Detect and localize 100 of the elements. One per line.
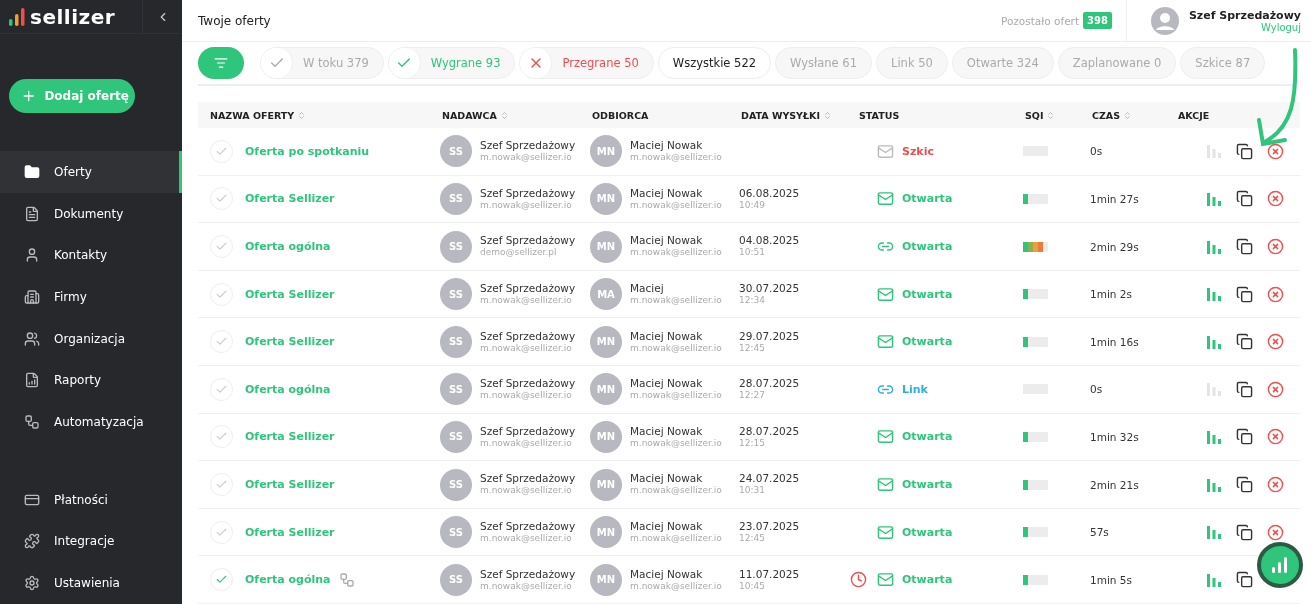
stats-icon[interactable] [1206,143,1222,160]
avatar-icon[interactable] [1150,6,1179,35]
filter-chip[interactable]: Wysłane 61 [775,47,872,79]
offer-name[interactable]: Oferta ogólna [245,573,331,587]
filter-chip[interactable]: Zaplanowane 0 [1057,47,1177,79]
column-header[interactable]: CZAS [1080,109,1166,121]
mail-icon [877,428,894,446]
copy-icon[interactable] [1236,238,1253,256]
offer-name[interactable]: Oferta Sellizer [245,335,335,349]
offer-name[interactable]: Oferta Sellizer [245,525,335,539]
chat-button[interactable] [1257,542,1303,588]
send-date: 30.07.2025 [739,281,800,296]
copy-icon[interactable] [1236,571,1253,589]
copy-icon[interactable] [1236,333,1253,351]
copy-icon[interactable] [1236,523,1253,541]
stats-icon[interactable] [1206,286,1222,303]
filter-chip[interactable]: Link 50 [876,47,948,79]
folder-icon [24,163,40,180]
sidebar-item[interactable]: Integracje [0,520,182,563]
avatar: MN [590,516,622,549]
sidebar-item[interactable]: Ustawienia [0,562,182,604]
building-icon [24,289,40,306]
stats-icon[interactable] [1206,524,1222,541]
time-spent: 1min 2s [1090,288,1132,301]
delete-icon[interactable] [1267,523,1284,541]
time-spent: 1min 32s [1090,430,1139,443]
copy-icon[interactable] [1236,190,1253,208]
copy-icon[interactable] [1236,142,1253,160]
avatar: SS [440,563,472,596]
copy-icon[interactable] [1236,428,1253,446]
column-header[interactable]: SQI [1013,109,1080,121]
filter-button[interactable] [198,47,244,79]
settings-icon [24,575,40,592]
column-header[interactable]: NAZWA OFERTY [198,109,430,121]
workflow-icon [24,414,40,431]
offer-name[interactable]: Oferta Sellizer [245,192,335,206]
sidebar-item[interactable]: Automatyzacja [0,401,182,443]
sort-icon[interactable] [823,110,832,120]
sort-icon[interactable] [297,110,307,120]
offer-name[interactable]: Oferta Sellizer [245,430,335,444]
avatar: SS [440,325,472,358]
sort-icon[interactable] [1046,110,1056,120]
offer-name[interactable]: Oferta po spotkaniu [245,144,370,158]
delete-icon[interactable] [1267,380,1284,398]
stats-icon[interactable] [1206,333,1222,350]
recipient-name: Maciej Nowak [630,186,704,200]
time-spent: 57s [1090,526,1109,539]
filter-chip[interactable]: W toku 379 [260,47,384,79]
filter-chip[interactable]: Otwarte 324 [951,47,1054,79]
filter-chip[interactable]: Wygrane 93 [387,47,516,79]
delete-icon[interactable] [1267,428,1284,446]
sidebar-item[interactable]: Płatności [0,478,182,521]
offer-name[interactable]: Oferta ogólna [245,240,331,254]
stats-icon[interactable] [1206,428,1222,445]
recipient-name: Maciej Nowak [630,472,704,486]
delete-icon[interactable] [1267,238,1284,256]
document-icon [24,205,40,222]
sender-name: Szef Sprzedażowy [480,567,576,581]
filter-chip[interactable]: Przegrane 50 [519,47,654,79]
stats-icon[interactable] [1206,476,1222,493]
sidebar-item[interactable]: Oferty [0,151,182,193]
offer-name[interactable]: Oferta ogólna [245,382,331,396]
delete-icon[interactable] [1267,142,1284,160]
offer-name[interactable]: Oferta Sellizer [245,478,335,491]
logout-link[interactable]: Wyloguj [1188,21,1301,33]
recipient-name: Maciej Nowak [630,139,704,153]
copy-icon[interactable] [1236,476,1253,493]
delete-icon[interactable] [1267,285,1284,303]
sidebar-item[interactable]: Raporty [0,359,182,402]
copy-icon[interactable] [1236,380,1253,398]
sender-email: m.nowak@sellizer.io [480,485,573,497]
column-header[interactable]: NADAWCA [430,109,580,121]
filter-chip[interactable]: Wszystkie 522 [657,47,772,79]
sidebar-item[interactable]: Organizacja [0,317,182,360]
sidebar-item[interactable]: Dokumenty [0,192,182,235]
sort-icon[interactable] [499,110,509,120]
check-icon [388,48,421,78]
delete-icon[interactable] [1267,333,1284,351]
mail-icon [877,142,894,160]
time-spent: 0s [1090,383,1103,396]
remaining-label: Pozostało ofert [1000,14,1080,27]
delete-icon[interactable] [1267,190,1284,208]
sidebar-item[interactable]: Kontakty [0,234,182,277]
avatar: MN [590,563,622,596]
sidebar-item[interactable]: Firmy [0,276,182,318]
offer-name[interactable]: Oferta Sellizer [245,287,335,301]
stats-icon[interactable] [1206,381,1222,398]
filter-chip[interactable]: Szkice 87 [1180,47,1266,79]
sort-icon[interactable] [1123,110,1133,120]
delete-icon[interactable] [1267,476,1284,493]
send-time: 10:31 [739,485,766,497]
stats-icon[interactable] [1206,190,1222,207]
status-text: Szkic [902,144,934,158]
copy-icon[interactable] [1236,285,1253,303]
add-offer-button[interactable]: Dodaj ofertę [9,79,135,114]
column-header[interactable]: DATA WYSYŁKI [729,109,847,121]
stats-icon[interactable] [1206,238,1222,255]
sender-email: m.nowak@sellizer.io [480,580,573,592]
stats-icon[interactable] [1206,571,1222,588]
sender-email: m.nowak@sellizer.io [480,199,573,212]
